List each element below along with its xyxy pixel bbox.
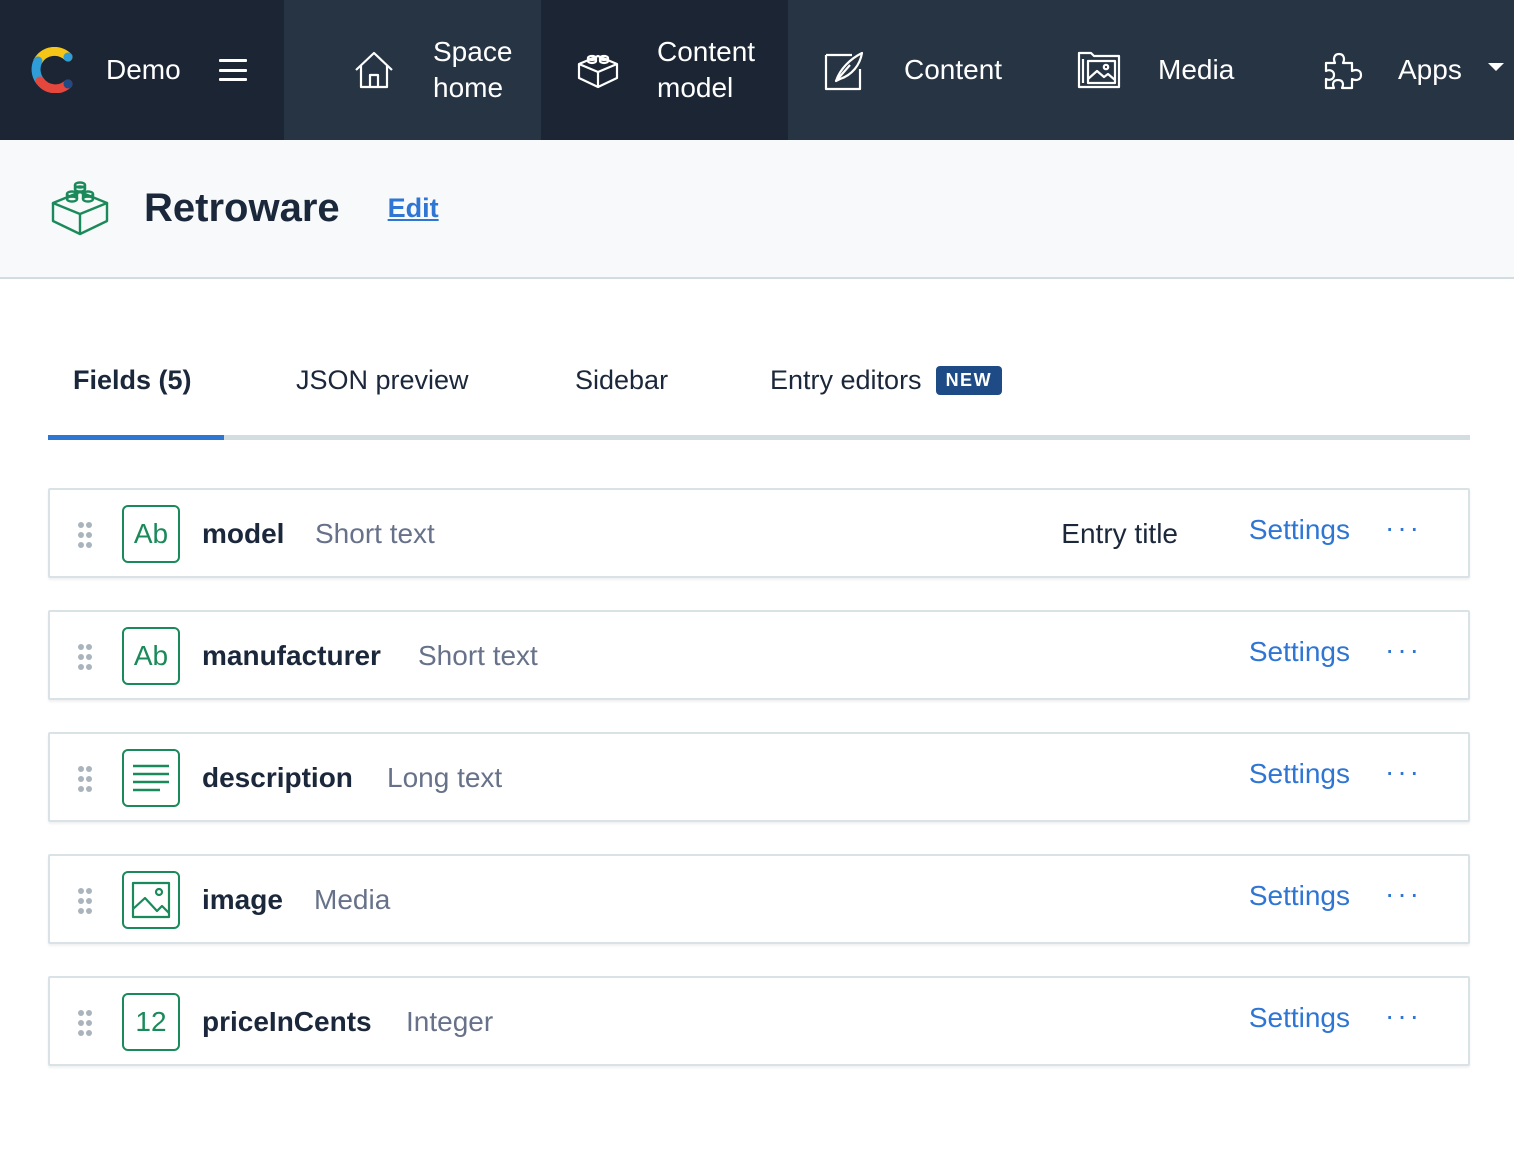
image-icon <box>122 871 180 929</box>
tab-entry-editors[interactable]: Entry editors NEW <box>770 365 1003 396</box>
settings-button[interactable]: Settings <box>1249 514 1350 546</box>
field-list: Ab model Short text Entry title Settings… <box>48 488 1470 1098</box>
short-text-icon: Ab <box>122 505 180 563</box>
short-text-icon: Ab <box>122 627 180 685</box>
tab-fields[interactable]: Fields (5) <box>73 365 192 396</box>
active-tab-indicator <box>48 435 224 440</box>
nav-space-home[interactable]: Space home <box>284 0 541 140</box>
content-type-header: Retroware Edit <box>0 140 1514 279</box>
page-title: Retroware <box>144 186 340 230</box>
chevron-down-icon[interactable] <box>1487 63 1504 71</box>
nav-label: model <box>657 72 734 103</box>
more-options-icon[interactable]: ··· <box>1385 1000 1422 1032</box>
settings-button[interactable]: Settings <box>1249 636 1350 668</box>
house-icon <box>355 51 393 89</box>
nav-label: home <box>433 72 504 103</box>
paragraph-icon <box>122 749 180 807</box>
settings-button[interactable]: Settings <box>1249 758 1350 790</box>
field-name: manufacturer <box>202 640 381 671</box>
edit-link[interactable]: Edit <box>388 193 439 224</box>
field-row[interactable]: image Media Settings ··· <box>48 854 1470 944</box>
field-type: Short text <box>418 640 538 671</box>
field-name: priceInCents <box>202 1006 372 1037</box>
drag-handle-icon[interactable] <box>78 644 92 670</box>
feather-pen-icon <box>824 51 864 91</box>
nav-apps[interactable]: Apps <box>1290 0 1514 140</box>
nav-content[interactable]: Content <box>788 0 1051 140</box>
more-options-icon[interactable]: ··· <box>1385 512 1422 544</box>
blocks-icon <box>577 54 619 89</box>
contentful-logo-icon <box>31 47 73 93</box>
integer-icon: 12 <box>122 993 180 1051</box>
tab-sidebar[interactable]: Sidebar <box>575 365 668 396</box>
more-options-icon[interactable]: ··· <box>1385 878 1422 910</box>
nav-label: Content <box>904 54 1003 85</box>
nav-label: Space <box>433 36 513 67</box>
new-badge: NEW <box>935 366 1003 395</box>
space-switcher[interactable]: Demo <box>0 0 284 140</box>
blocks-icon <box>51 180 109 235</box>
space-name: Demo <box>106 54 181 85</box>
drag-handle-icon[interactable] <box>78 522 92 548</box>
field-row[interactable]: 12 priceInCents Integer Settings ··· <box>48 976 1470 1066</box>
nav-label: Apps <box>1398 54 1462 85</box>
field-type: Media <box>314 884 391 915</box>
field-name: model <box>202 518 285 549</box>
field-row[interactable]: description Long text Settings ··· <box>48 732 1470 822</box>
tab-label: Entry editors <box>770 365 922 395</box>
nav-content-model[interactable]: Content model <box>541 0 788 140</box>
drag-handle-icon[interactable] <box>78 766 92 792</box>
field-type: Long text <box>387 762 503 793</box>
more-options-icon[interactable]: ··· <box>1385 634 1422 666</box>
field-type: Short text <box>315 518 435 549</box>
drag-handle-icon[interactable] <box>78 888 92 914</box>
tab-bar: Fields (5) JSON preview Sidebar Entry ed… <box>48 335 1470 440</box>
nav-label: Content <box>657 36 756 67</box>
tab-json-preview[interactable]: JSON preview <box>296 365 469 396</box>
entry-title-label: Entry title <box>1061 518 1178 549</box>
nav-media[interactable]: Media <box>1051 0 1290 140</box>
settings-button[interactable]: Settings <box>1249 1002 1350 1034</box>
nav-label: Media <box>1158 54 1235 85</box>
settings-button[interactable]: Settings <box>1249 880 1350 912</box>
top-navigation: Demo Space home Content model Content Me… <box>0 0 1514 140</box>
field-name: description <box>202 762 353 793</box>
field-row[interactable]: Ab manufacturer Short text Settings ··· <box>48 610 1470 700</box>
drag-handle-icon[interactable] <box>78 1010 92 1036</box>
field-type: Integer <box>406 1006 494 1037</box>
puzzle-icon <box>1324 52 1363 90</box>
more-options-icon[interactable]: ··· <box>1385 756 1422 788</box>
field-name: image <box>202 884 283 915</box>
hamburger-menu-icon[interactable] <box>218 59 247 81</box>
field-row[interactable]: Ab model Short text Entry title Settings… <box>48 488 1470 578</box>
image-gallery-icon <box>1077 51 1121 89</box>
